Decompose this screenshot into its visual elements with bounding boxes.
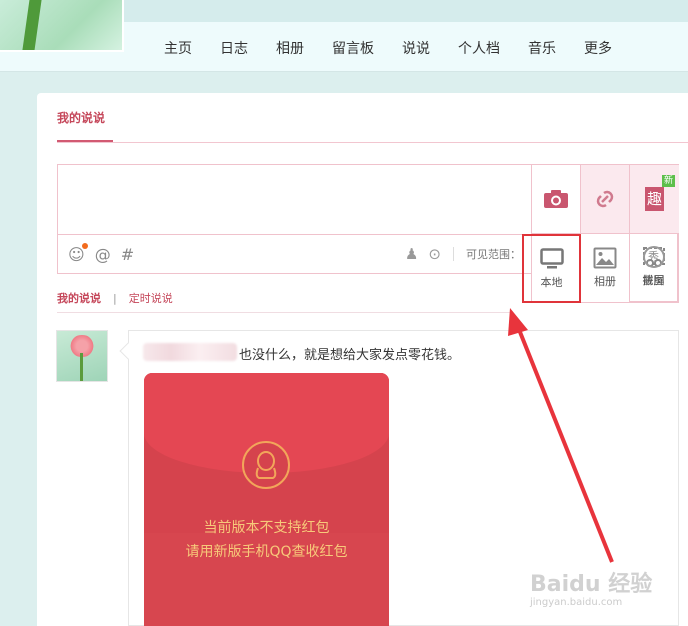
blurred-username[interactable] (143, 343, 237, 361)
nav-item-profile[interactable]: 个人档 (444, 38, 514, 58)
card-pointer (119, 342, 137, 360)
mention-icon[interactable]: @ (95, 245, 111, 264)
local-label: 本地 (540, 275, 563, 289)
fun-button[interactable]: 趣 新 (630, 165, 679, 234)
divider (57, 142, 688, 143)
post-avatar[interactable] (56, 330, 108, 382)
tab-separator: | (113, 291, 117, 305)
new-badge: 新 (661, 175, 675, 187)
editor-right-tools: ♟ ⊙ 可见范围： (395, 245, 521, 263)
post-text: 也没什么，就是想给大家发点零花钱。 (239, 348, 461, 363)
collage-icon: 秀 (642, 246, 665, 268)
visibility-scope-label[interactable]: 可见范围： (466, 246, 521, 262)
separator (453, 247, 454, 261)
subtab-divider (57, 312, 510, 313)
qq-icon[interactable]: ♟ (405, 245, 418, 263)
fun-icon: 趣 (644, 187, 664, 211)
nav-item-shuoshuo[interactable]: 说说 (388, 38, 444, 58)
envelope-text-line2: 请用新版手机QQ查收红包 (185, 544, 348, 560)
tab-my-shuoshuo[interactable]: 我的说说 (57, 290, 101, 306)
nav-item-more[interactable]: 更多 (570, 38, 626, 58)
nav-menu: 主页 日志 相册 留言板 说说 个人档 音乐 更多 (150, 38, 626, 58)
post-editor[interactable]: ☺ @ # ♟ ⊙ 可见范围： (57, 164, 532, 274)
collage-button[interactable]: 秀 拼图 (629, 233, 679, 302)
sub-tabs: 我的说说 | 定时说说 (57, 290, 173, 306)
main-panel: 我的说说 ☺ @ # ♟ ⊙ 可见范围： 趣 新 本地 相册 截屏 我的说说 |… (37, 93, 688, 626)
link-icon (596, 190, 614, 208)
nav-item-home[interactable]: 主页 (150, 38, 206, 58)
tab-scheduled[interactable]: 定时说说 (129, 290, 173, 306)
album-button[interactable]: 相册 (581, 234, 630, 303)
local-upload-button[interactable]: 本地 (522, 234, 581, 303)
collage-label: 拼图 (642, 274, 665, 287)
nav-item-guestbook[interactable]: 留言板 (318, 38, 388, 58)
watermark-url: jingyan.baidu.com (530, 597, 623, 608)
camera-button[interactable] (532, 165, 581, 234)
watermark: Baidu 经验 (530, 572, 653, 597)
clock-icon[interactable]: ⊙ (428, 245, 441, 263)
profile-avatar[interactable] (0, 0, 124, 52)
nav-item-blog[interactable]: 日志 (206, 38, 262, 58)
penguin-icon (242, 441, 290, 489)
album-label: 相册 (594, 275, 616, 288)
monitor-icon (539, 247, 564, 268)
page-title[interactable]: 我的说说 (57, 109, 105, 126)
camera-icon (544, 190, 568, 208)
nav-item-music[interactable]: 音乐 (514, 38, 570, 58)
emoji-icon[interactable]: ☺ (68, 242, 88, 264)
link-button[interactable] (581, 165, 630, 234)
editor-toolbar: ☺ @ # ♟ ⊙ 可见范围： (58, 234, 531, 273)
nav-item-album[interactable]: 相册 (262, 38, 318, 58)
envelope-text-line1: 当前版本不支持红包 (203, 520, 330, 536)
red-envelope[interactable]: 当前版本不支持红包 请用新版手机QQ查收红包 (144, 373, 389, 626)
image-icon (593, 247, 617, 269)
hashtag-icon[interactable]: # (121, 245, 134, 264)
